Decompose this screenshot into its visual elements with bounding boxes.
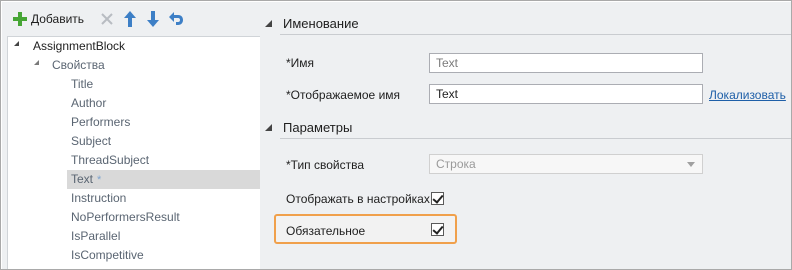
section-params[interactable]: Параметры [261, 116, 791, 139]
display-name-field[interactable]: Text [429, 84, 703, 104]
move-up-icon[interactable] [121, 9, 139, 29]
section-title: Параметры [283, 119, 353, 135]
localize-link[interactable]: Локализовать [709, 88, 786, 102]
required-checkbox[interactable] [431, 223, 444, 236]
property-tree: AssignmentBlock Свойства Title Author Pe… [7, 36, 260, 269]
delete-icon[interactable] [98, 9, 116, 29]
collapse-icon [265, 123, 272, 131]
tree-group[interactable]: Свойства [52, 56, 105, 75]
property-type-value: Строка [436, 157, 476, 171]
tree-item[interactable]: Subject [71, 132, 111, 151]
required-label: Обязательное [286, 224, 366, 238]
divider [280, 138, 791, 139]
undo-icon[interactable] [167, 9, 185, 29]
property-type-select[interactable]: Строка [429, 154, 703, 174]
plus-icon [13, 12, 27, 26]
tree-item[interactable]: ThreadSubject [71, 151, 149, 170]
name-field[interactable]: Text [429, 53, 703, 73]
window: Добавить AssignmentBlock Свойства Title … [0, 0, 792, 270]
tree-root[interactable]: AssignmentBlock [33, 37, 125, 56]
tree-item-selected[interactable]: Text * [67, 170, 260, 189]
show-in-settings-checkbox[interactable] [431, 192, 444, 205]
collapse-icon[interactable] [34, 60, 39, 65]
tree-item[interactable]: Title [71, 75, 93, 94]
tree-item[interactable]: Instruction [71, 189, 126, 208]
name-label: *Имя [286, 56, 315, 70]
collapse-icon[interactable] [14, 41, 19, 46]
tree-item[interactable]: NoPerformersResult [71, 208, 180, 227]
add-button[interactable]: Добавить [13, 8, 84, 30]
toolbar: Добавить [2, 2, 261, 36]
section-title: Именование [283, 15, 359, 31]
divider [280, 34, 791, 35]
modified-marker: * [97, 174, 102, 186]
move-down-icon[interactable] [144, 9, 162, 29]
left-panel: Добавить AssignmentBlock Свойства Title … [2, 2, 261, 269]
display-name-label: *Отображаемое имя [286, 88, 401, 102]
tree-item[interactable]: Author [71, 94, 106, 113]
chevron-down-icon [687, 162, 695, 167]
tree-item[interactable]: IsParallel [71, 227, 120, 246]
tree-item[interactable]: IsCompetitive [71, 246, 144, 265]
tree-item-label: Text [71, 172, 94, 186]
collapse-icon [265, 19, 272, 27]
show-in-settings-label: Отображать в настройках [286, 192, 430, 206]
properties-panel: Именование *Имя Text *Отображаемое имя T… [261, 2, 791, 269]
section-naming[interactable]: Именование [261, 12, 791, 35]
add-button-label: Добавить [31, 12, 85, 26]
tree-item[interactable]: Performers [71, 113, 130, 132]
property-type-label: *Тип свойства [286, 158, 365, 172]
